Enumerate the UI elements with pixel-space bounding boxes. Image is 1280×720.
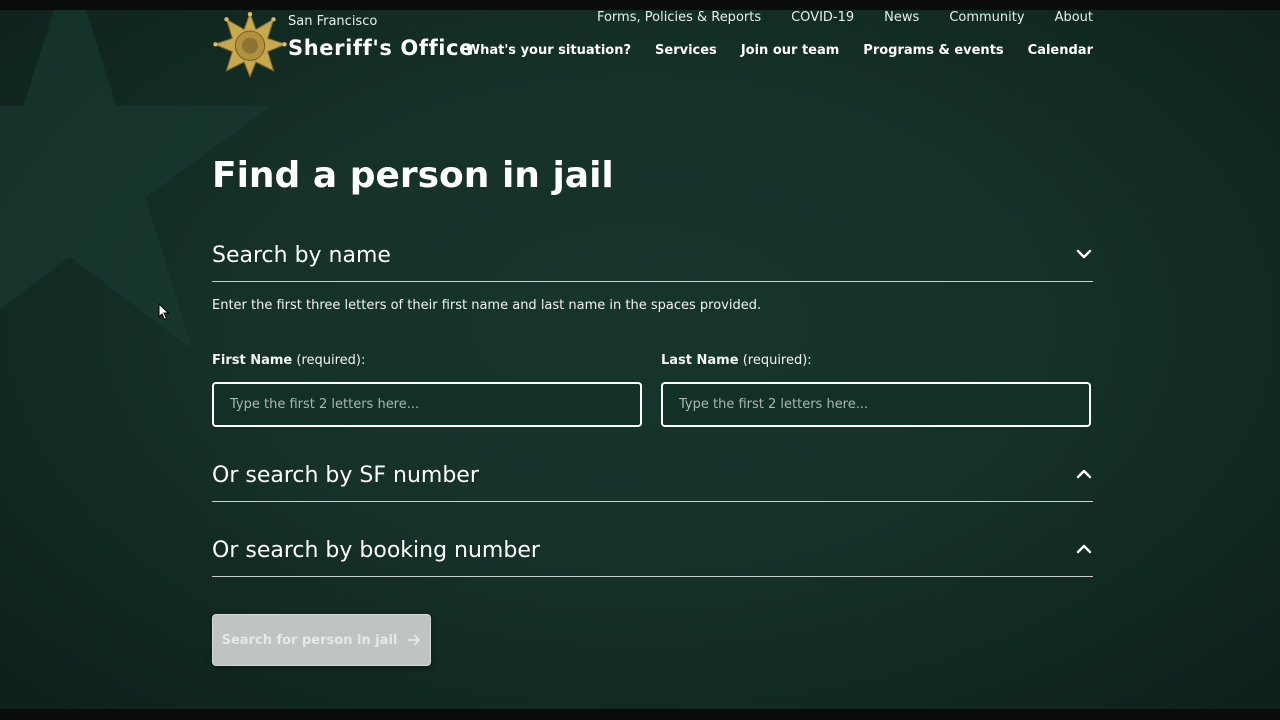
page-background: San Francisco Sheriff's Office Forms, Po… (0, 10, 1280, 709)
last-name-label: Last Name (required): (661, 353, 812, 368)
nav-whats-your-situation[interactable]: What's your situation? (466, 43, 631, 58)
mouse-cursor-icon (158, 303, 170, 321)
section-search-by-name[interactable]: Search by name (212, 243, 1093, 282)
section-label-search-by-name: Search by name (212, 243, 391, 268)
nav-news[interactable]: News (884, 10, 919, 25)
main-nav: What's your situation? Services Join our… (466, 43, 1093, 58)
sheriff-badge-logo-icon[interactable] (212, 12, 288, 78)
section-label-booking-number: Or search by booking number (212, 538, 540, 563)
section-label-sf-number: Or search by SF number (212, 463, 479, 488)
first-name-input[interactable] (212, 382, 642, 427)
first-name-required-text: (required): (292, 353, 366, 368)
first-name-label-text: First Name (212, 353, 293, 368)
chevron-up-icon[interactable] (1075, 465, 1093, 483)
section-search-by-sf-number[interactable]: Or search by SF number (212, 463, 1093, 502)
arrow-right-icon (407, 634, 421, 646)
bottom-edge-bar (0, 709, 1280, 720)
nav-services[interactable]: Services (655, 43, 717, 58)
brand-office-name[interactable]: Sheriff's Office (288, 36, 474, 60)
utility-nav: Forms, Policies & Reports COVID-19 News … (597, 10, 1093, 25)
search-for-person-button[interactable]: Search for person in jail (212, 614, 431, 666)
last-name-input[interactable] (661, 382, 1091, 427)
nav-community[interactable]: Community (949, 10, 1024, 25)
page-title: Find a person in jail (212, 155, 614, 196)
brand-city[interactable]: San Francisco (288, 14, 377, 29)
chevron-down-icon[interactable] (1075, 245, 1093, 263)
nav-calendar[interactable]: Calendar (1028, 43, 1093, 58)
nav-about[interactable]: About (1055, 10, 1093, 25)
nav-forms-policies-reports[interactable]: Forms, Policies & Reports (597, 10, 761, 25)
chevron-up-icon[interactable] (1075, 540, 1093, 558)
search-instructions: Enter the first three letters of their f… (212, 298, 762, 313)
last-name-label-text: Last Name (661, 353, 739, 368)
nav-covid-19[interactable]: COVID-19 (791, 10, 854, 25)
first-name-label: First Name (required): (212, 353, 365, 368)
nav-programs-events[interactable]: Programs & events (863, 43, 1003, 58)
search-button-label: Search for person in jail (221, 632, 398, 648)
section-search-by-booking-number[interactable]: Or search by booking number (212, 538, 1093, 577)
last-name-required-text: (required): (738, 353, 812, 368)
nav-join-our-team[interactable]: Join our team (741, 43, 839, 58)
top-edge-bar (0, 0, 1280, 10)
